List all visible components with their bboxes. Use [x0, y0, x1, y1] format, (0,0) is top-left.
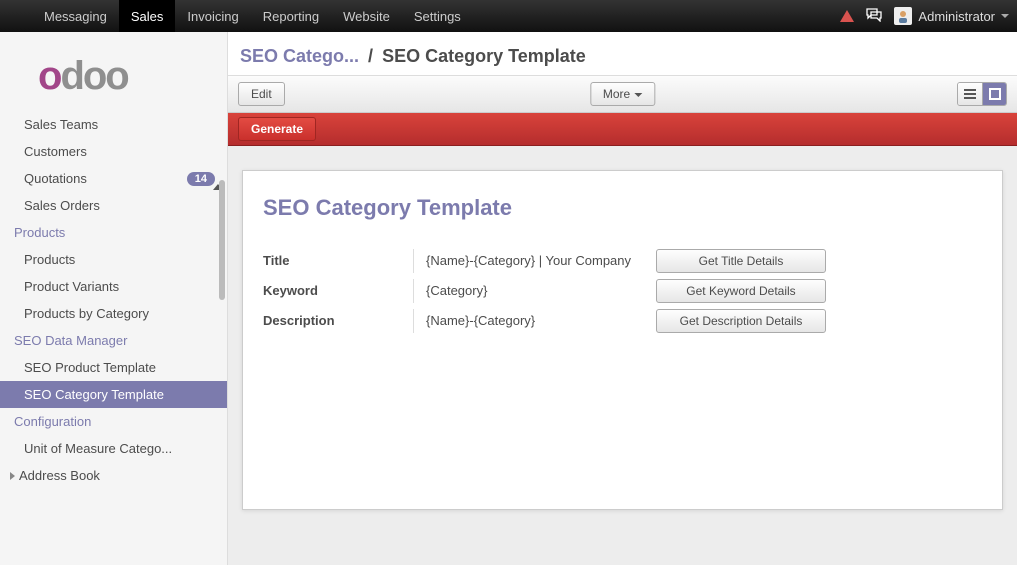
sidebar-item-label: Unit of Measure Catego...	[24, 441, 172, 456]
sidebar-item-products[interactable]: Products	[0, 246, 227, 273]
sidebar-item-label: Product Variants	[24, 279, 119, 294]
main-menu: Messaging Sales Invoicing Reporting Webs…	[32, 0, 473, 32]
field-label: Keyword	[263, 279, 413, 298]
field-label: Description	[263, 309, 413, 328]
sidebar-item-label: SEO Category Template	[24, 387, 164, 402]
sidebar-item-sales-orders[interactable]: Sales Orders	[0, 192, 227, 219]
sidebar: odoo Sales Teams Customers Quotations14 …	[0, 32, 228, 565]
menu-invoicing[interactable]: Invoicing	[175, 0, 250, 32]
edit-button[interactable]: Edit	[238, 82, 285, 106]
menu-sales[interactable]: Sales	[119, 0, 176, 32]
sidebar-item-label: Quotations	[24, 171, 87, 186]
sidebar-item-quotations[interactable]: Quotations 14	[0, 165, 227, 192]
sidebar-item-address-book[interactable]: Address Book	[0, 462, 227, 489]
list-view-button[interactable]	[958, 83, 982, 105]
get-title-details-button[interactable]: Get Title Details	[656, 249, 826, 273]
form-sheet: SEO Category Template Title {Name}-{Cate…	[242, 170, 1003, 510]
logo-o: o	[38, 54, 60, 98]
more-label: More	[603, 87, 630, 101]
separator	[413, 309, 414, 333]
sidebar-item-products-by-category[interactable]: Products by Category	[0, 300, 227, 327]
form-row-title: Title {Name}-{Category} | Your Company G…	[263, 249, 982, 273]
list-icon	[964, 89, 976, 99]
menu-website[interactable]: Website	[331, 0, 402, 32]
field-value: {Name}-{Category}	[426, 309, 656, 328]
sidebar-item-uom-categories[interactable]: Unit of Measure Catego...	[0, 435, 227, 462]
user-name: Administrator	[918, 9, 995, 24]
top-navbar: Messaging Sales Invoicing Reporting Webs…	[0, 0, 1017, 32]
sidebar-item-label: Address Book	[19, 468, 100, 483]
chat-icon[interactable]	[866, 8, 882, 25]
menu-settings[interactable]: Settings	[402, 0, 473, 32]
warning-icon[interactable]	[840, 10, 854, 22]
field-label: Title	[263, 249, 413, 268]
caret-down-icon	[1001, 14, 1009, 18]
breadcrumb-parent[interactable]: SEO Catego...	[240, 46, 359, 66]
field-value: {Name}-{Category} | Your Company	[426, 249, 656, 268]
form-title: SEO Category Template	[263, 195, 982, 221]
form-icon	[989, 88, 1001, 100]
expand-icon	[10, 472, 15, 480]
sidebar-item-label: Sales Teams	[24, 117, 98, 132]
menu-messaging[interactable]: Messaging	[32, 0, 119, 32]
avatar-icon	[894, 7, 912, 25]
sidebar-scrollbar[interactable]	[219, 180, 225, 300]
sidebar-header-seo-data-manager[interactable]: SEO Data Manager	[0, 327, 227, 354]
sidebar-item-product-variants[interactable]: Product Variants	[0, 273, 227, 300]
logo-rest: doo	[60, 54, 127, 98]
form-view-button[interactable]	[982, 83, 1006, 105]
separator	[413, 279, 414, 303]
form-row-keyword: Keyword {Category} Get Keyword Details	[263, 279, 982, 303]
caret-down-icon	[634, 93, 642, 97]
sidebar-item-seo-category-template[interactable]: SEO Category Template	[0, 381, 227, 408]
sidebar-item-customers[interactable]: Customers	[0, 138, 227, 165]
sidebar-item-label: Products by Category	[24, 306, 149, 321]
sidebar-item-label: Products	[24, 252, 75, 267]
sidebar-header-products[interactable]: Products	[0, 219, 227, 246]
sidebar-item-label: SEO Product Template	[24, 360, 156, 375]
more-button[interactable]: More	[590, 82, 655, 106]
user-menu[interactable]: Administrator	[894, 7, 1009, 25]
menu-reporting[interactable]: Reporting	[251, 0, 331, 32]
sidebar-item-label: Customers	[24, 144, 87, 159]
sidebar-item-label: Sales Orders	[24, 198, 100, 213]
view-switcher	[957, 82, 1007, 106]
toolbar: Edit More	[228, 75, 1017, 113]
get-keyword-details-button[interactable]: Get Keyword Details	[656, 279, 826, 303]
separator	[413, 249, 414, 273]
sidebar-item-sales-teams[interactable]: Sales Teams	[0, 111, 227, 138]
sidebar-item-seo-product-template[interactable]: SEO Product Template	[0, 354, 227, 381]
badge: 14	[187, 172, 215, 186]
breadcrumb-sep: /	[364, 46, 377, 66]
logo: odoo	[0, 32, 227, 111]
form-row-description: Description {Name}-{Category} Get Descri…	[263, 309, 982, 333]
status-bar: Generate	[228, 113, 1017, 146]
field-value: {Category}	[426, 279, 656, 298]
breadcrumb-current: SEO Category Template	[382, 46, 586, 66]
breadcrumb: SEO Catego... / SEO Category Template	[228, 32, 1017, 75]
get-description-details-button[interactable]: Get Description Details	[656, 309, 826, 333]
generate-button[interactable]: Generate	[238, 117, 316, 141]
sidebar-header-configuration[interactable]: Configuration	[0, 408, 227, 435]
main-content: SEO Catego... / SEO Category Template Ed…	[228, 32, 1017, 565]
